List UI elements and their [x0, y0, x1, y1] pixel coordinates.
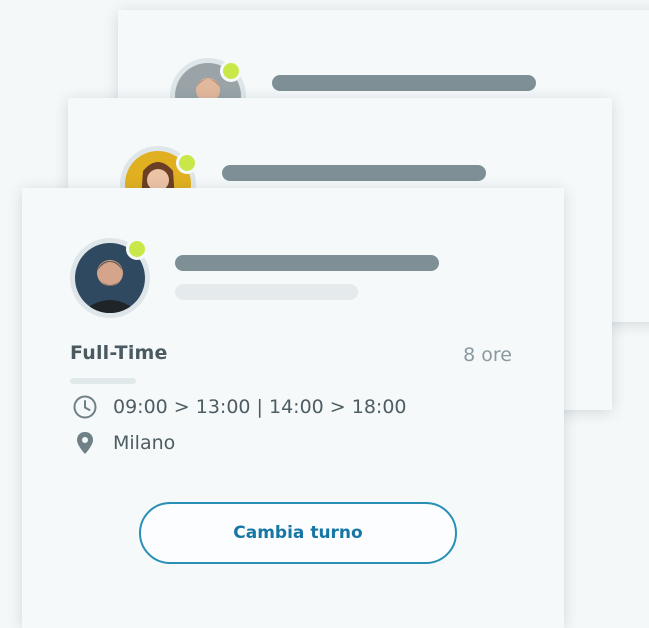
online-status-dot	[176, 152, 198, 174]
clock-icon	[72, 394, 98, 420]
location-row: Milano	[72, 430, 175, 456]
change-shift-button[interactable]: Cambia turno	[139, 502, 457, 564]
name-placeholder	[272, 75, 536, 91]
role-placeholder	[175, 284, 358, 300]
map-pin-icon	[72, 430, 98, 456]
name-placeholder	[175, 255, 439, 271]
shift-hours: 8 ore	[463, 344, 512, 366]
shift-card-front[interactable]: Full-Time 8 ore 09:00 > 13:00 | 14:00 > …	[22, 188, 564, 628]
name-placeholder	[222, 165, 486, 181]
online-status-dot	[126, 238, 148, 260]
schedule-row: 09:00 > 13:00 | 14:00 > 18:00	[72, 394, 407, 420]
location-text: Milano	[113, 432, 176, 454]
shift-type-label: Full-Time	[70, 342, 168, 364]
schedule-text: 09:00 > 13:00 | 14:00 > 18:00	[113, 396, 407, 418]
shift-type-underline	[70, 378, 136, 384]
online-status-dot	[220, 60, 242, 82]
